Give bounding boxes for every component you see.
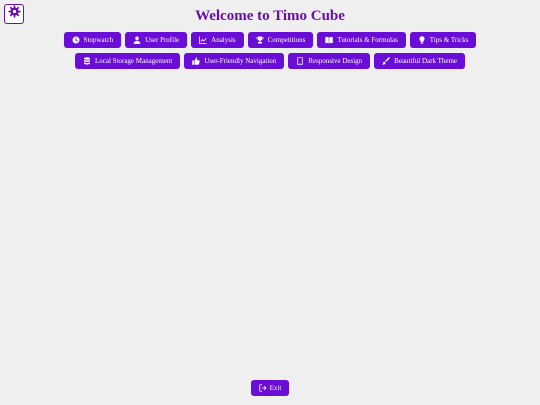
feature-nav: Stopwatch User Profile Analysis Competit…: [10, 32, 530, 69]
tips-button[interactable]: Tips & Tricks: [409, 32, 477, 48]
storage-label: Local Storage Management: [94, 57, 173, 65]
responsive-button[interactable]: Responsive Design: [288, 53, 371, 69]
stopwatch-label: Stopwatch: [83, 36, 114, 44]
exit-label: Exit: [269, 384, 282, 392]
sign-out-icon: [259, 384, 267, 392]
navigation-label: User-Friendly Navigation: [204, 57, 277, 65]
tutorials-button[interactable]: Tutorials & Formulas: [317, 32, 406, 48]
competitions-label: Competitions: [267, 36, 306, 44]
stopwatch-button[interactable]: Stopwatch: [63, 32, 122, 48]
book-icon: [325, 36, 334, 44]
tutorials-label: Tutorials & Formulas: [337, 36, 398, 44]
user-profile-label: User Profile: [145, 36, 180, 44]
clock-icon: [72, 36, 80, 44]
analysis-label: Analysis: [211, 36, 236, 44]
tips-label: Tips & Tricks: [429, 36, 469, 44]
dark-theme-button[interactable]: Beautiful Dark Theme: [374, 53, 466, 69]
user-profile-button[interactable]: User Profile: [125, 32, 188, 48]
thumbs-up-icon: [192, 57, 201, 65]
storage-button[interactable]: Local Storage Management: [74, 53, 181, 69]
chart-line-icon: [199, 36, 207, 44]
trophy-icon: [256, 36, 264, 44]
dark-theme-label: Beautiful Dark Theme: [394, 57, 458, 65]
lightbulb-icon: [418, 36, 426, 44]
page-title: Welcome to Timo Cube: [195, 8, 345, 24]
database-icon: [83, 57, 91, 65]
exit-button[interactable]: Exit: [251, 380, 289, 396]
responsive-label: Responsive Design: [308, 57, 363, 65]
competitions-button[interactable]: Competitions: [247, 32, 314, 48]
user-icon: [133, 36, 141, 44]
analysis-button[interactable]: Analysis: [191, 32, 244, 48]
paint-brush-icon: [382, 57, 390, 65]
navigation-button[interactable]: User-Friendly Navigation: [184, 53, 285, 69]
mobile-icon: [296, 57, 304, 65]
